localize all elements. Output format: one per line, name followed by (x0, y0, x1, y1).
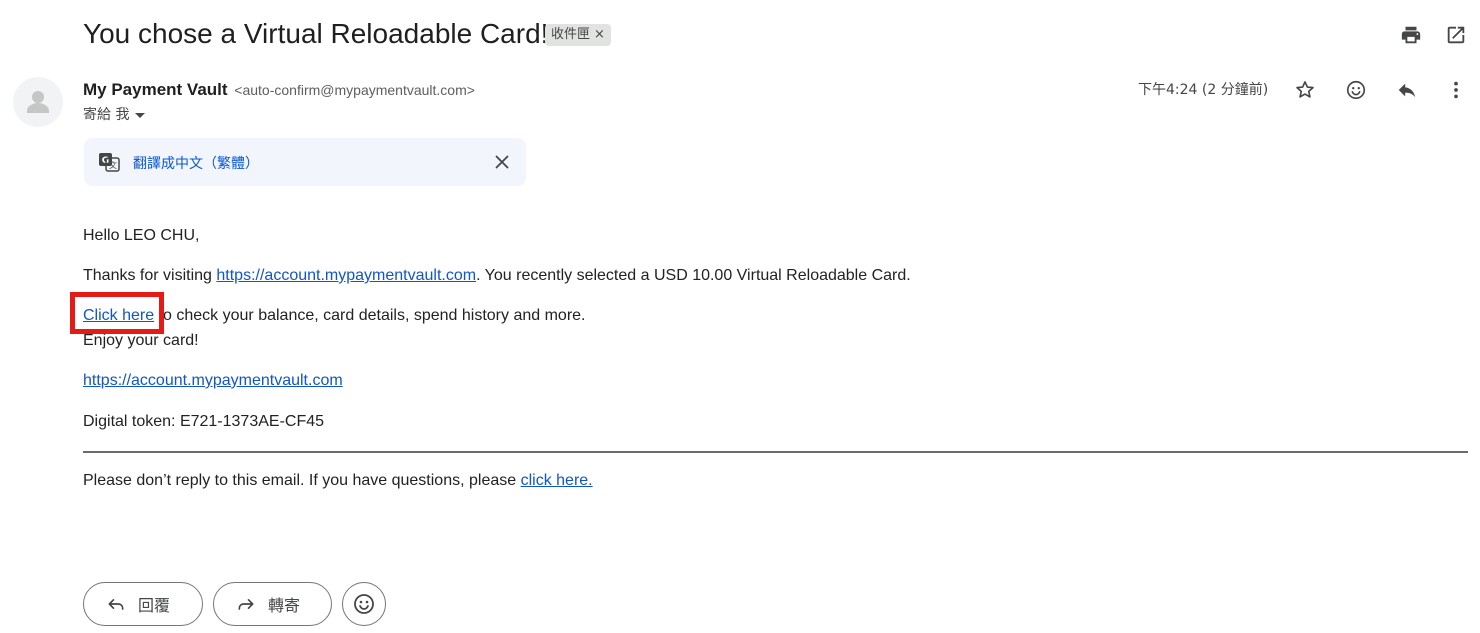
forward-button[interactable]: 轉寄 (213, 582, 332, 626)
click-here-suffix: to check your balance, card details, spe… (154, 307, 586, 324)
greeting-text: Hello LEO CHU, (83, 227, 200, 244)
google-translate-icon: G 文 (99, 153, 120, 172)
print-icon[interactable] (1397, 21, 1425, 49)
digital-token-text: Digital token: E721-1373AE-CF45 (83, 413, 325, 430)
svg-text:文: 文 (109, 160, 117, 170)
click-here-paragraph: Click here to check your balance, card d… (83, 306, 585, 326)
reply-button-label: 回覆 (138, 596, 171, 615)
translate-link[interactable]: 翻譯成中文（繁體） (133, 153, 259, 173)
click-here-link[interactable]: Click here (83, 307, 154, 324)
thanks-paragraph: Thanks for visiting https://account.mypa… (83, 266, 911, 286)
more-vertical-icon[interactable] (1442, 76, 1470, 104)
divider (83, 451, 1468, 453)
account-link-paragraph: https://account.mypaymentvault.com (83, 371, 343, 391)
email-subject: You chose a Virtual Reloadable Card! (83, 18, 549, 49)
inbox-label-text: 收件匣 (551, 27, 591, 42)
open-in-new-window-icon[interactable] (1442, 21, 1470, 49)
sender-email: <auto-confirm@mypaymentvault.com> (234, 82, 475, 98)
star-icon[interactable] (1291, 76, 1319, 104)
remove-label-icon[interactable]: × (594, 24, 605, 46)
show-details-caret-icon[interactable] (135, 112, 146, 118)
enjoy-text: Enjoy your card! (83, 332, 199, 349)
recipient-details[interactable]: 寄給 我 (83, 106, 146, 124)
reply-icon[interactable] (1393, 76, 1421, 104)
sender-avatar (13, 77, 63, 127)
reply-arrow-icon (108, 599, 124, 610)
sender-line: My Payment Vault <auto-confirm@mypayment… (83, 80, 475, 100)
sender-name[interactable]: My Payment Vault (83, 80, 228, 99)
thanks-prefix: Thanks for visiting (83, 267, 217, 284)
forward-button-label: 轉寄 (268, 596, 301, 615)
inbox-label-chip[interactable]: 收件匣 × (545, 24, 611, 46)
close-icon[interactable] (491, 151, 513, 173)
translate-bar: G 文 翻譯成中文（繁體） (84, 138, 526, 186)
reply-button[interactable]: 回覆 (83, 582, 203, 626)
account-link-inline[interactable]: https://account.mypaymentvault.com (216, 267, 476, 284)
email-timestamp: 下午4:24 (2 分鐘前) (1138, 82, 1269, 98)
thanks-suffix: . You recently selected a USD 10.00 Virt… (476, 267, 911, 284)
emoji-react-button[interactable] (342, 582, 386, 626)
default-avatar-icon (27, 91, 49, 113)
recipient-label: 寄給 我 (83, 107, 130, 123)
footer-prefix: Please don’t reply to this email. If you… (83, 472, 521, 489)
footer-paragraph: Please don’t reply to this email. If you… (83, 471, 593, 491)
account-link[interactable]: https://account.mypaymentvault.com (83, 372, 343, 389)
forward-arrow-icon (238, 599, 254, 610)
emoji-icon (354, 594, 374, 614)
footer-click-here-link[interactable]: click here. (521, 472, 593, 489)
emoji-icon[interactable] (1342, 76, 1370, 104)
